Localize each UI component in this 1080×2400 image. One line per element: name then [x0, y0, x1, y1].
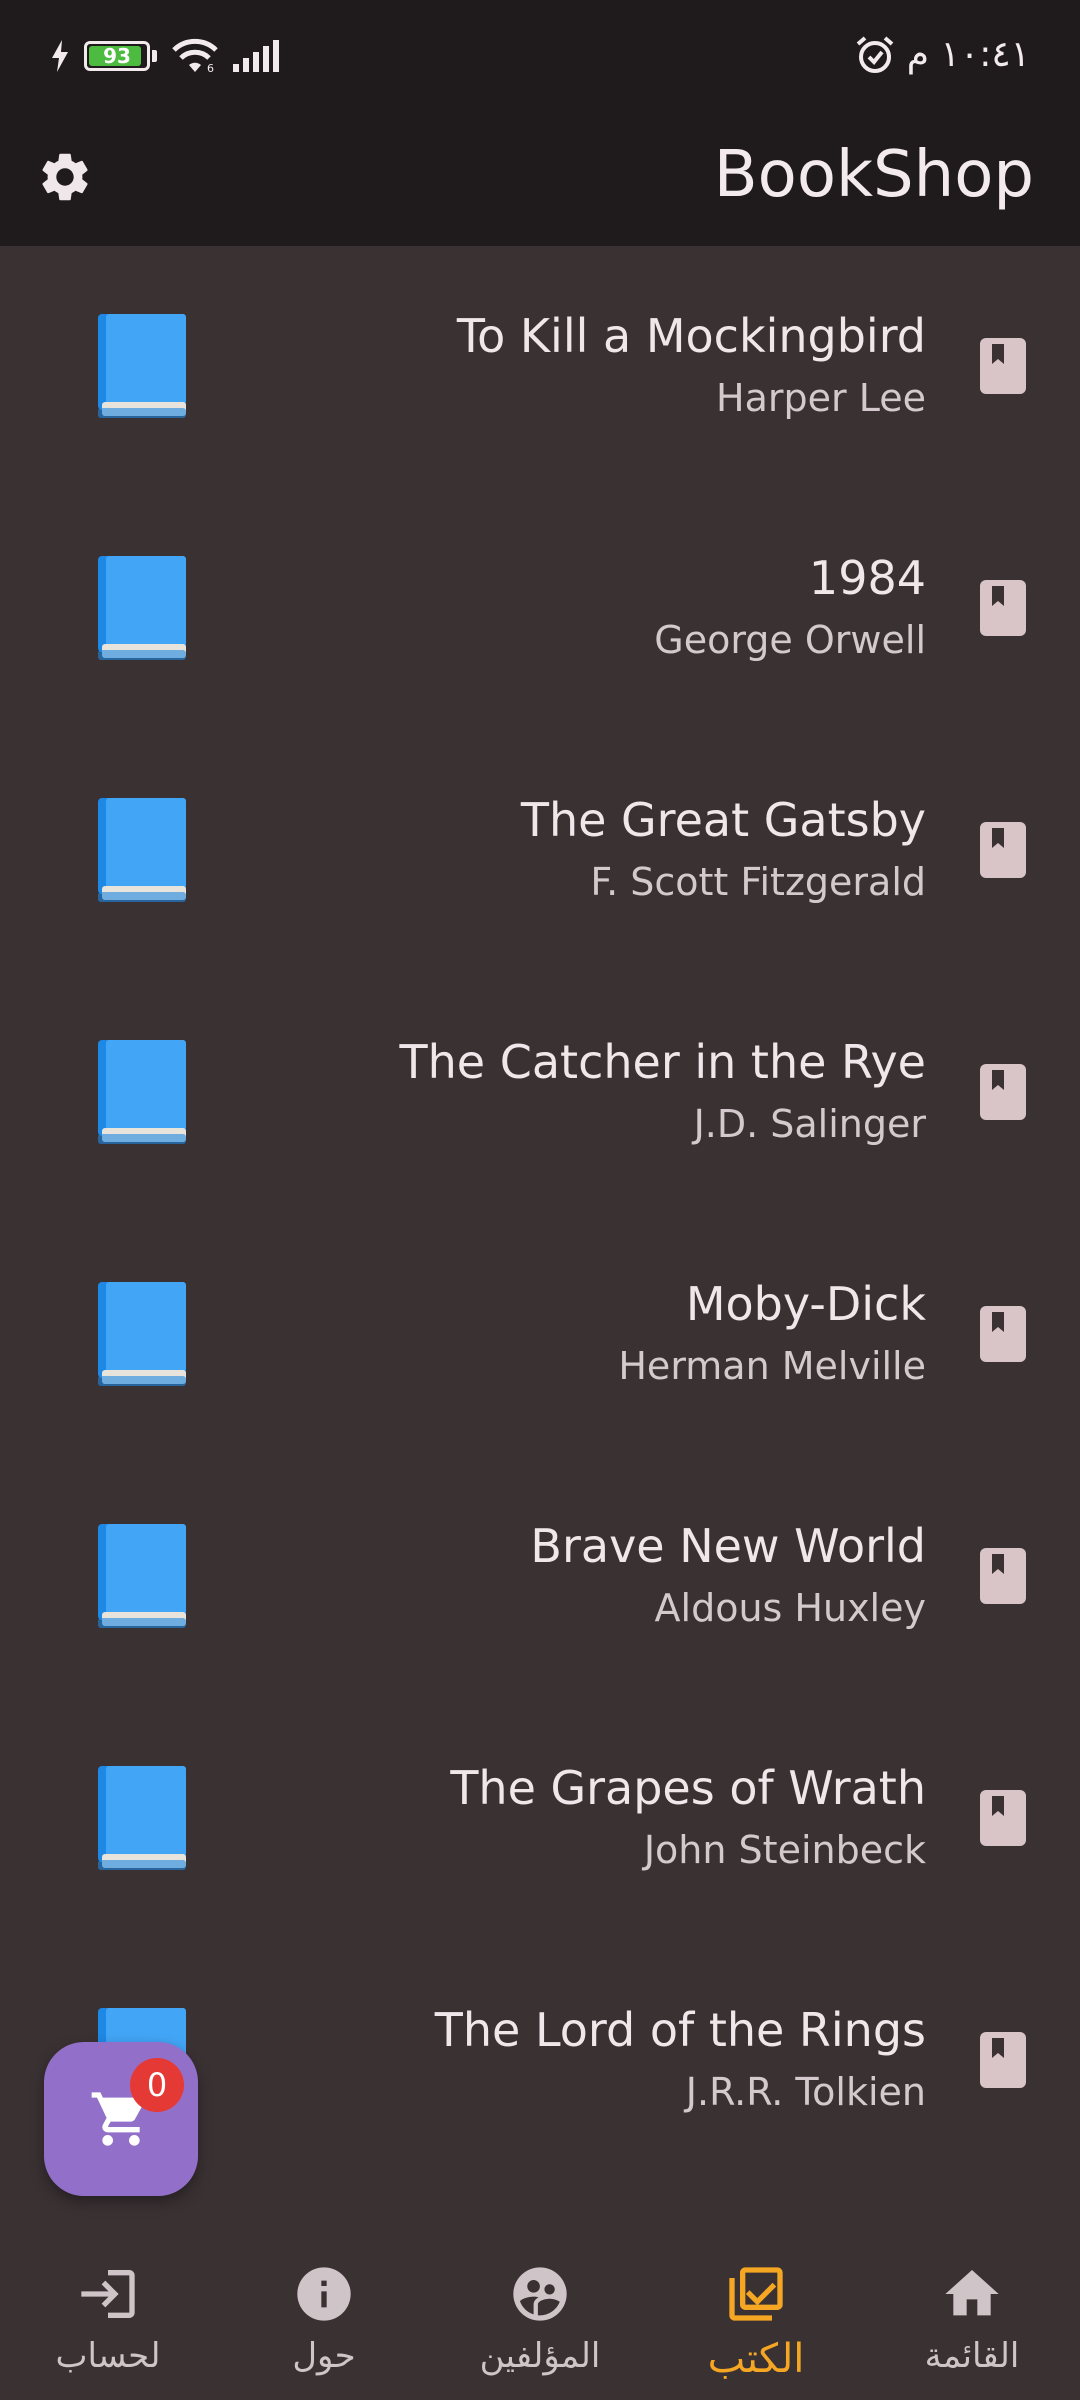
book-bookmark-icon	[980, 580, 1026, 636]
charging-icon	[52, 40, 68, 72]
book-text: To Kill a Mockingbird Harper Lee	[457, 308, 926, 426]
book-text: The Grapes of Wrath John Steinbeck	[450, 1760, 926, 1878]
book-list-item[interactable]: To Kill a Mockingbird Harper Lee	[0, 246, 1080, 488]
status-time: ١٠:٤١ م	[906, 34, 1030, 75]
authors-icon	[513, 2267, 567, 2321]
book-text: The Catcher in the Rye J.D. Salinger	[400, 1034, 926, 1152]
book-list-item[interactable]: The Catcher in the Rye J.D. Salinger	[0, 972, 1080, 1214]
book-title: Brave New World	[530, 1519, 926, 1573]
status-bar: 93 6 ١٠:٤١ م	[0, 0, 1080, 120]
book-list-item[interactable]: Moby-Dick Herman Melville	[0, 1214, 1080, 1456]
book-text: 1984 George Orwell	[654, 550, 926, 668]
svg-text:6: 6	[207, 62, 214, 74]
book-detail-button[interactable]	[978, 2030, 1028, 2090]
battery-level: 93	[103, 44, 131, 68]
book-author: Harper Lee	[716, 376, 926, 420]
login-icon	[81, 2270, 135, 2318]
book-detail-button[interactable]	[978, 1546, 1028, 1606]
book-title: To Kill a Mockingbird	[456, 309, 926, 363]
status-icons-right: ١٠:٤١ م	[855, 34, 1030, 75]
book-list-item[interactable]: Brave New World Aldous Huxley	[0, 1456, 1080, 1698]
book-detail-button[interactable]	[978, 1788, 1028, 1848]
nav-item-account[interactable]: لحساب	[0, 2238, 216, 2400]
nav-item-books[interactable]: الكتب	[648, 2238, 864, 2400]
book-text: Moby-Dick Herman Melville	[618, 1276, 926, 1394]
app-title: BookShop	[713, 138, 1034, 212]
blue-book-icon	[98, 556, 186, 660]
home-icon	[945, 2270, 999, 2316]
blue-book-icon	[98, 1282, 186, 1386]
app-bar: BookShop	[0, 120, 1080, 246]
book-bookmark-icon	[980, 1790, 1026, 1846]
gear-icon	[42, 153, 88, 201]
info-icon	[297, 2267, 351, 2321]
book-detail-button[interactable]	[978, 578, 1028, 638]
settings-button[interactable]	[30, 142, 100, 212]
book-list-item[interactable]: 1984 George Orwell	[0, 488, 1080, 730]
book-list: To Kill a Mockingbird Harper Lee 1984 Ge…	[0, 246, 1080, 2182]
book-author: J.D. Salinger	[693, 1102, 926, 1146]
book-author: Herman Melville	[618, 1344, 926, 1388]
book-detail-button[interactable]	[978, 820, 1028, 880]
book-title: The Great Gatsby	[520, 793, 926, 847]
blue-book-icon	[98, 1524, 186, 1628]
book-text: The Lord of the Rings J.R.R. Tolkien	[435, 2002, 926, 2120]
status-icons-left: 93 6	[50, 38, 285, 74]
book-bookmark-icon	[980, 338, 1026, 394]
book-list-item[interactable]: The Grapes of Wrath John Steinbeck	[0, 1698, 1080, 1940]
nav-label: القائمة	[924, 2336, 1020, 2376]
book-detail-button[interactable]	[978, 1062, 1028, 1122]
book-bookmark-icon	[980, 822, 1026, 878]
book-author: John Steinbeck	[643, 1828, 926, 1872]
battery-icon: 93	[84, 41, 150, 71]
nav-label: حول	[292, 2336, 356, 2376]
book-bookmark-icon	[980, 1064, 1026, 1120]
book-text: Brave New World Aldous Huxley	[530, 1518, 926, 1636]
book-text: The Great Gatsby F. Scott Fitzgerald	[521, 792, 926, 910]
wifi-icon: 6	[172, 38, 218, 74]
book-bookmark-icon	[980, 2032, 1026, 2088]
blue-book-icon	[98, 798, 186, 902]
cart-count-badge: 0	[130, 2058, 184, 2112]
blue-book-icon	[98, 1766, 186, 1870]
checked-library-icon	[729, 2267, 783, 2321]
nav-item-about[interactable]: حول	[216, 2238, 432, 2400]
blue-book-icon	[98, 314, 186, 418]
blue-book-icon	[98, 1040, 186, 1144]
book-author: F. Scott Fitzgerald	[590, 860, 926, 904]
book-author: J.R.R. Tolkien	[685, 2070, 926, 2114]
book-title: The Lord of the Rings	[434, 2003, 926, 2057]
nav-label: لحساب	[55, 2336, 161, 2376]
book-author: George Orwell	[654, 618, 926, 662]
book-bookmark-icon	[980, 1306, 1026, 1362]
book-title: 1984	[808, 551, 926, 605]
book-author: Aldous Huxley	[654, 1586, 926, 1630]
book-detail-button[interactable]	[978, 336, 1028, 396]
book-detail-button[interactable]	[978, 1304, 1028, 1364]
bottom-nav: القائمة الكتب المؤلفين حول لحساب	[0, 2238, 1080, 2400]
book-title: The Catcher in the Rye	[399, 1035, 926, 1089]
book-bookmark-icon	[980, 1548, 1026, 1604]
signal-icon	[233, 40, 279, 72]
book-title: Moby-Dick	[685, 1277, 926, 1331]
alarm-icon	[856, 35, 894, 73]
book-title: The Grapes of Wrath	[450, 1761, 926, 1815]
nav-label: الكتب	[707, 2336, 805, 2382]
book-list-item[interactable]: The Great Gatsby F. Scott Fitzgerald	[0, 730, 1080, 972]
nav-label: المؤلفين	[479, 2336, 601, 2376]
nav-item-authors[interactable]: المؤلفين	[432, 2238, 648, 2400]
cart-button[interactable]: 0	[44, 2042, 198, 2196]
nav-item-home[interactable]: القائمة	[864, 2238, 1080, 2400]
